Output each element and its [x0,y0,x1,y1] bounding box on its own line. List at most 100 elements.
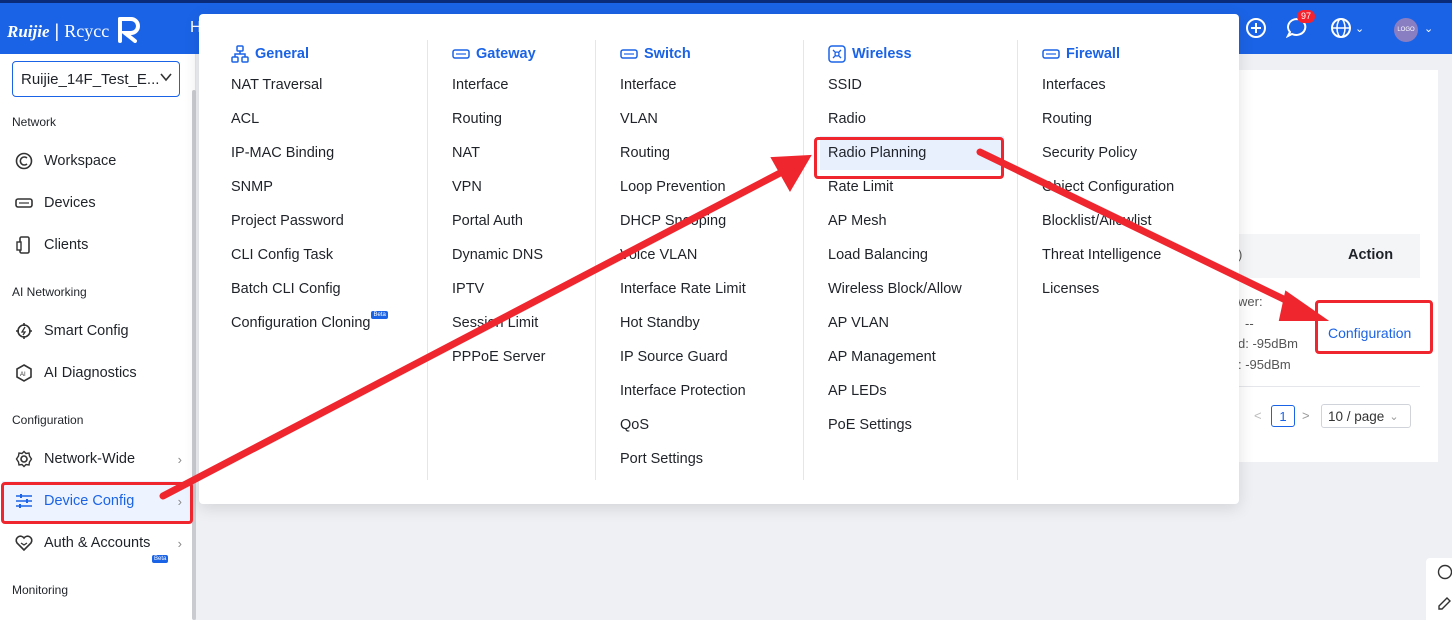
menu-item-ip-source-guard[interactable]: IP Source Guard [620,340,746,374]
menu-item-nat[interactable]: NAT [452,136,546,170]
column-divider [803,40,804,480]
menu-item-dhcp-snooping[interactable]: DHCP Snooping [620,204,746,238]
menu-item-ip-mac-binding[interactable]: IP-MAC Binding [231,136,388,170]
divider [1238,386,1420,387]
section-title-monitoring: Monitoring [12,583,69,597]
page-size-select[interactable]: 10 / page ⌄ [1321,404,1411,428]
section-title-ai-networking: AI Networking [12,285,87,299]
menu-item-portal-auth[interactable]: Portal Auth [452,204,546,238]
network-topology-icon [231,45,249,63]
row-fragment: -- [1245,316,1254,331]
menu-item-interfaces[interactable]: Interfaces [1042,68,1174,102]
menu-item-routing[interactable]: Routing [620,136,746,170]
smart-config-icon [14,321,34,341]
sidebar-item-ai-diagnostics[interactable]: AI AI Diagnostics [2,353,192,393]
menu-item-poe-settings[interactable]: PoE Settings [828,408,1004,442]
menu-item-project-password[interactable]: Project Password [231,204,388,238]
menu-item-security-policy[interactable]: Security Policy [1042,136,1174,170]
workspace-icon [14,151,34,171]
sidebar-item-label: Workspace [44,153,117,169]
menu-item-hot-standby[interactable]: Hot Standby [620,306,746,340]
project-selector[interactable]: Ruijie_14F_Test_E... [12,61,180,97]
sidebar-item-label: AI Diagnostics [44,365,137,381]
row-fragment: d: -95dBm [1238,336,1298,351]
chevron-down-icon[interactable]: ⌄ [1355,22,1364,35]
sidebar-item-label: Auth & Accounts [44,535,151,551]
sidebar-item-network-wide[interactable]: Network-Wide › [2,439,192,479]
menu-item-qos[interactable]: QoS [620,408,746,442]
menu-item-iptv[interactable]: IPTV [452,272,546,306]
menu-column-general: General NAT Traversal ACL IP-MAC Binding… [231,40,388,340]
menu-item-routing[interactable]: Routing [452,102,546,136]
menu-item-session-limit[interactable]: Session Limit [452,306,546,340]
page-number-button[interactable]: 1 [1271,405,1295,427]
column-header-gateway: Gateway [452,40,546,68]
add-circle-icon[interactable] [1245,17,1267,44]
brand-logo[interactable]: Ruijie | Rcycc [7,15,141,48]
sidebar-item-workspace[interactable]: Workspace [2,141,192,181]
menu-item-interface[interactable]: Interface [452,68,546,102]
switch-icon [620,45,638,63]
menu-column-gateway: Gateway Interface Routing NAT VPN Portal… [452,40,546,374]
column-header-firewall: Firewall [1042,40,1174,68]
menu-item-batch-cli-config[interactable]: Batch CLI Config [231,272,388,306]
menu-item-ap-management[interactable]: AP Management [828,340,1004,374]
menu-item-vpn[interactable]: VPN [452,170,546,204]
menu-item-loop-prevention[interactable]: Loop Prevention [620,170,746,204]
column-header-switch: Switch [620,40,746,68]
column-title: Gateway [476,46,536,62]
menu-item-snmp[interactable]: SNMP [231,170,388,204]
annotation-highlight-configuration [1315,300,1433,354]
menu-item-port-settings[interactable]: Port Settings [620,442,746,476]
menu-item-label: Configuration Cloning [231,315,371,331]
menu-item-ssid[interactable]: SSID [828,68,1004,102]
next-page-button[interactable]: > [1302,408,1310,423]
menu-item-voice-vlan[interactable]: Voice VLAN [620,238,746,272]
menu-item-licenses[interactable]: Licenses [1042,272,1174,306]
prev-page-button[interactable]: < [1254,408,1262,423]
menu-item-vlan[interactable]: VLAN [620,102,746,136]
menu-item-cli-config-task[interactable]: CLI Config Task [231,238,388,272]
menu-item-radio[interactable]: Radio [828,102,1004,136]
column-title: Firewall [1066,46,1120,62]
feedback-icon[interactable] [1437,594,1452,615]
chat-icon[interactable] [1437,564,1452,585]
clients-icon [14,235,34,255]
sidebar-item-devices[interactable]: Devices [2,183,192,223]
menu-item-acl[interactable]: ACL [231,102,388,136]
menu-item-interface-rate-limit[interactable]: Interface Rate Limit [620,272,746,306]
menu-item-object-configuration[interactable]: Object Configuration [1042,170,1174,204]
sidebar-scrollbar[interactable] [192,90,196,620]
language-globe-icon[interactable] [1330,17,1352,44]
svg-text:AI: AI [20,372,26,378]
menu-item-configuration-cloning[interactable]: Configuration Cloning Beta [231,306,388,340]
menu-item-dynamic-dns[interactable]: Dynamic DNS [452,238,546,272]
sidebar-item-smart-config[interactable]: Smart Config [2,311,192,351]
avatar[interactable]: LOGO [1394,18,1418,42]
sidebar-item-clients[interactable]: Clients [2,225,192,265]
gateway-icon [452,45,470,63]
annotation-highlight-device-config [1,482,193,524]
floating-tools [1426,558,1452,620]
menu-item-threat-intelligence[interactable]: Threat Intelligence [1042,238,1174,272]
menu-item-interface-protection[interactable]: Interface Protection [620,374,746,408]
menu-item-nat-traversal[interactable]: NAT Traversal [231,68,388,102]
product-name: Rcycc [64,21,110,41]
menu-item-ap-mesh[interactable]: AP Mesh [828,204,1004,238]
menu-item-load-balancing[interactable]: Load Balancing [828,238,1004,272]
menu-item-pppoe-server[interactable]: PPPoE Server [452,340,546,374]
page-size-value: 10 / page [1328,408,1385,424]
column-divider [1017,40,1018,480]
chevron-down-icon[interactable]: ⌄ [1424,22,1433,35]
menu-item-ap-leds[interactable]: AP LEDs [828,374,1004,408]
menu-item-interface[interactable]: Interface [620,68,746,102]
column-title: General [255,46,309,62]
logo-separator: | [54,21,60,41]
gear-icon [14,449,34,469]
column-title: Switch [644,46,691,62]
menu-item-ap-vlan[interactable]: AP VLAN [828,306,1004,340]
menu-item-wireless-block-allow[interactable]: Wireless Block/Allow [828,272,1004,306]
menu-item-blocklist-allowlist[interactable]: Blocklist/Allowlist [1042,204,1174,238]
menu-item-routing[interactable]: Routing [1042,102,1174,136]
devices-icon [14,193,34,213]
